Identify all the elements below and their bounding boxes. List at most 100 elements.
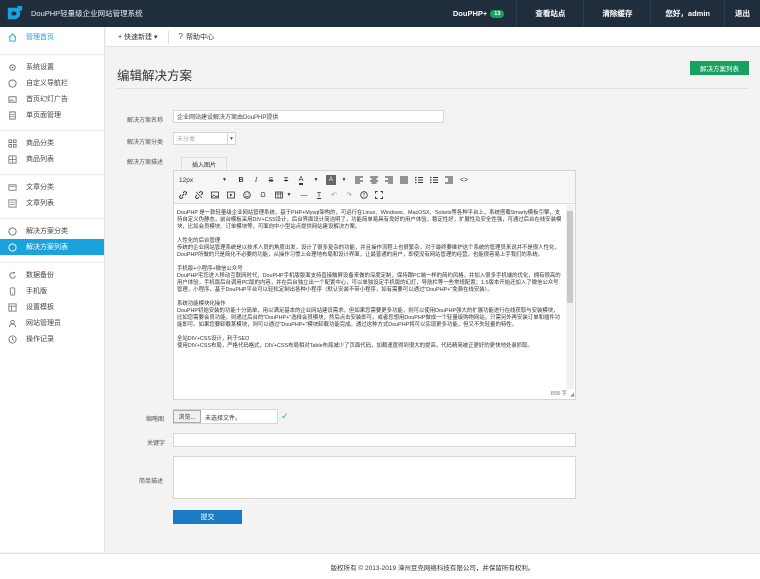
image-icon[interactable] [210, 190, 220, 200]
svg-text:?: ? [363, 193, 366, 199]
code-icon[interactable]: <> [459, 175, 469, 185]
sidebar-item-label: 设置模板 [26, 304, 54, 311]
refresh-icon [8, 271, 17, 280]
sidebar: 管理首页 系统设置 自定义导航栏 首页幻灯广告 单页面管理 商品分类 商品列表 … [0, 27, 105, 552]
sidebar-item-pages[interactable]: 单页面管理 [0, 107, 104, 123]
resize-handle-icon[interactable]: ◢ [570, 392, 574, 398]
emoticon-icon[interactable] [242, 190, 252, 200]
top-bar: DouPHP轻量级企业网站管理系统 DouPHP+ 13 查看站点 清除缓存 您… [0, 0, 760, 27]
link-icon[interactable] [178, 190, 188, 200]
slide-icon [8, 95, 17, 104]
douphp-logo[interactable] [5, 4, 24, 23]
douphp-plus-link[interactable]: DouPHP+ 13 [441, 0, 517, 27]
insert-image-button[interactable]: 插入图片 [181, 157, 227, 170]
unlink-icon[interactable] [194, 190, 204, 200]
font-size-value: 12px [179, 176, 194, 184]
text-color-icon[interactable]: A [296, 175, 306, 185]
table-icon[interactable] [274, 190, 284, 200]
special-char-icon[interactable]: Ω [258, 190, 268, 200]
clear-cache-link[interactable]: 清除缓存 [584, 0, 650, 27]
redo-icon[interactable]: ↷ [344, 190, 354, 200]
clear-format-icon[interactable]: T [281, 175, 291, 185]
sidebar-item-solution-list[interactable]: 解决方案列表 [0, 239, 104, 255]
horizontal-rule-icon[interactable]: — [299, 190, 309, 200]
undo-icon[interactable]: ↶ [329, 190, 339, 200]
sidebar-item-label: 解决方案列表 [26, 244, 68, 251]
chevron-down-icon[interactable]: ▼ [311, 175, 321, 185]
unordered-list-icon[interactable] [429, 175, 439, 185]
bold-icon[interactable]: B [236, 175, 246, 185]
chevron-down-icon[interactable]: ▼ [339, 175, 349, 185]
media-icon[interactable] [226, 190, 236, 200]
strikethrough-icon[interactable]: S [266, 175, 276, 185]
ordered-list-icon[interactable] [414, 175, 424, 185]
nav-icon [8, 78, 17, 88]
sidebar-item-label: 手机版 [26, 288, 47, 295]
scrollbar-thumb[interactable] [567, 211, 573, 303]
help-center-link[interactable]: ? 帮助中心 [169, 27, 224, 47]
sidebar-item-product-category[interactable]: 商品分类 [0, 135, 104, 151]
content-paragraph: 人性化的后台管理 传统的企业网站管理系统是以技术人员的角度出发，设计了很多复杂的… [177, 238, 560, 258]
align-justify-icon[interactable] [399, 175, 409, 185]
editor-content[interactable]: DouPHP 是一款轻量级企业网站管理系统，基于PHP+Mysql架构的，可运行… [174, 205, 566, 389]
italic-icon[interactable]: I [251, 175, 261, 185]
logout-link[interactable]: 退出 [725, 0, 760, 27]
sidebar-item-logs[interactable]: 操作记录 [0, 331, 104, 347]
submit-button[interactable]: 提交 [173, 510, 242, 524]
content-paragraph: DouPHP 是一款轻量级企业网站管理系统，基于PHP+Mysql架构的，可运行… [177, 210, 562, 230]
sidebar-item-label: 自定义导航栏 [26, 80, 68, 87]
sidebar-item-mobile[interactable]: 手机版 [0, 283, 104, 299]
sidebar-item-home[interactable]: 管理首页 [0, 27, 104, 47]
sidebar-item-label: 文章分类 [26, 184, 54, 191]
indent-icon[interactable] [444, 175, 454, 185]
user-greeting[interactable]: 您好，admin [651, 0, 724, 27]
sidebar-item-article-list[interactable]: 文章列表 [0, 195, 104, 211]
help-icon[interactable]: ? [359, 190, 369, 200]
sidebar-item-custom-nav[interactable]: 自定义导航栏 [0, 75, 104, 91]
editor-scrollbar[interactable] [566, 205, 574, 389]
underline-icon[interactable]: T [314, 190, 324, 200]
app-title: DouPHP轻量级企业网站管理系统 [31, 9, 143, 18]
keywords-input[interactable] [173, 433, 576, 447]
fullscreen-icon[interactable] [374, 190, 384, 200]
circle-icon [8, 242, 17, 252]
align-center-icon[interactable] [369, 175, 379, 185]
sidebar-item-article-category[interactable]: 文章分类 [0, 179, 104, 195]
summary-textarea[interactable] [173, 456, 576, 499]
summary-label: 简单描述 [139, 479, 164, 485]
sidebar-item-product-list[interactable]: 商品列表 [0, 151, 104, 167]
sidebar-item-label: 操作记录 [26, 336, 54, 343]
sidebar-item-system-settings[interactable]: 系统设置 [0, 59, 104, 75]
plus-count-badge: 13 [490, 9, 505, 18]
sidebar-item-admins[interactable]: 网站管理员 [0, 315, 104, 331]
font-size-select[interactable]: 12px ▼ [177, 175, 229, 185]
category-select[interactable]: 未分类 ▼ [173, 132, 236, 145]
content-paragraph: 手机版+小程序+微信公众号 DouPHP宅您进入移动互联网时代，DouPHP手机… [177, 266, 561, 293]
page-icon [8, 110, 17, 120]
keywords-label: 关键字 [147, 441, 166, 447]
background-color-icon[interactable]: A [326, 175, 336, 185]
sidebar-item-template[interactable]: 设置模板 [0, 299, 104, 315]
solution-list-button[interactable]: 解决方案列表 [690, 61, 749, 75]
align-right-icon[interactable] [384, 175, 394, 185]
title-divider [117, 88, 749, 89]
description-label: 解决方案描述 [127, 160, 164, 166]
align-left-icon[interactable] [354, 175, 364, 185]
footer: 版权所有 © 2013-2019 漳州豆壳网络科技有限公司，并保留所有权利。 [0, 553, 760, 579]
view-site-link[interactable]: 查看站点 [517, 0, 583, 27]
content-paragraph: 全站DIV+CSS设计，利于SEO 使用DIV+CSS布局，严格代码格式，DIV… [177, 336, 533, 349]
sidebar-item-backup[interactable]: 数据备份 [0, 267, 104, 283]
phone-icon [8, 286, 17, 296]
sidebar-item-label: 商品列表 [26, 156, 54, 163]
douphp-plus-label: DouPHP+ [452, 9, 488, 18]
chevron-down-icon[interactable]: ▼ [284, 190, 294, 200]
browse-button[interactable]: 浏览... [173, 410, 201, 423]
solution-name-input[interactable]: 企业网站建设解决方案由DouPHP提供 [173, 110, 444, 123]
category-label: 解决方案分类 [127, 140, 164, 146]
sidebar-item-slide-ads[interactable]: 首页幻灯广告 [0, 91, 104, 107]
rich-text-editor[interactable]: 12px ▼ B I S T A ▼ A ▼ <> Ω ▼ — T ↶ ↷ ? … [173, 170, 576, 400]
sidebar-item-solution-category[interactable]: 解决方案分类 [0, 223, 104, 239]
quick-new-menu[interactable]: + 快速新建 ▾ [106, 27, 168, 47]
page-title: 编辑解决方案 [117, 69, 193, 83]
grid-icon [8, 138, 17, 148]
